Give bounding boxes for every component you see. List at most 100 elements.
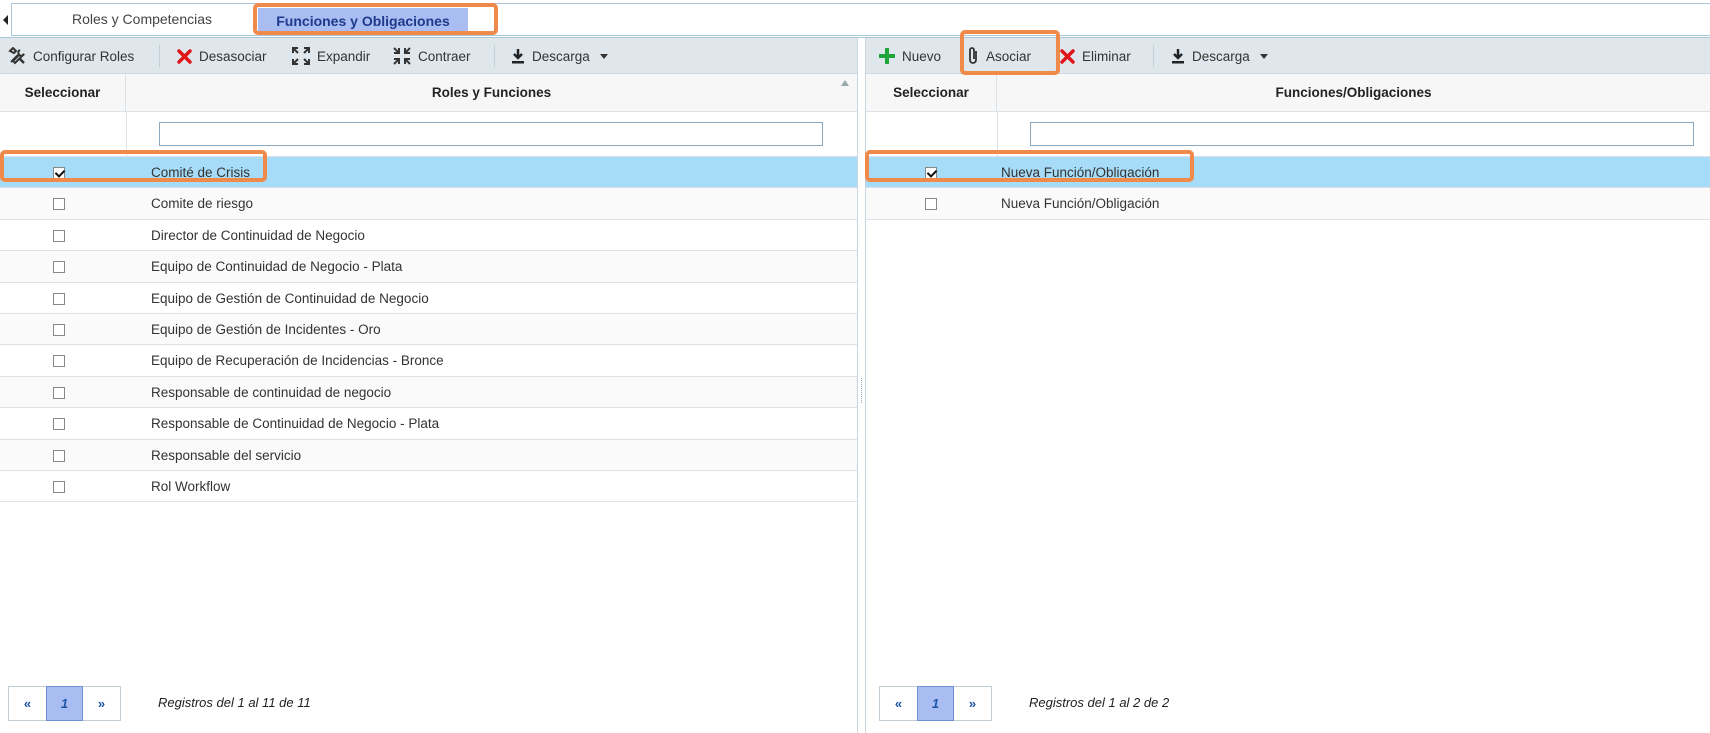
row-checkbox[interactable] bbox=[925, 198, 937, 211]
sort-indicator-icon bbox=[841, 80, 849, 86]
row-label: Responsable de Continuidad de Negocio - … bbox=[151, 416, 440, 432]
desasociar-button[interactable]: Desasociar bbox=[176, 38, 267, 74]
pager-page-1-button[interactable]: 1 bbox=[46, 686, 83, 721]
roles-records-info: Registros del 1 al 11 de 11 bbox=[158, 695, 311, 710]
column-header-funciones-obligaciones[interactable]: Funciones/Obligaciones bbox=[997, 74, 1710, 112]
roles-toolbar: Configurar Roles Desasociar Expandir Con… bbox=[0, 38, 857, 74]
row-checkbox[interactable] bbox=[53, 292, 65, 305]
descarga-label: Descarga bbox=[1192, 48, 1250, 64]
column-header-roles-y-funciones[interactable]: Roles y Funciones bbox=[126, 74, 857, 112]
row-label: Rol Workflow bbox=[151, 478, 231, 494]
funciones-records-info: Registros del 1 al 2 de 2 bbox=[1029, 695, 1170, 710]
configurar-roles-button[interactable]: Configurar Roles bbox=[8, 38, 134, 74]
row-checkbox[interactable] bbox=[53, 355, 65, 368]
descarga-label: Descarga bbox=[532, 48, 590, 64]
row-checkbox[interactable] bbox=[53, 323, 65, 336]
table-row[interactable]: Equipo de Continuidad de Negocio - Plata bbox=[0, 251, 857, 283]
configurar-roles-label: Configurar Roles bbox=[33, 48, 135, 64]
table-row[interactable]: Responsable de continuidad de negocio bbox=[0, 376, 857, 409]
row-label: Comité de Crisis bbox=[151, 165, 251, 180]
table-row[interactable]: Comite de riesgo bbox=[0, 188, 857, 220]
collapse-icon bbox=[392, 46, 412, 66]
descarga-dropdown[interactable]: Descarga bbox=[1170, 38, 1268, 74]
row-label: Responsable del servicio bbox=[151, 447, 302, 463]
pager-first-button[interactable]: « bbox=[880, 687, 917, 720]
eliminar-label: Eliminar bbox=[1082, 48, 1131, 64]
row-checkbox[interactable] bbox=[53, 198, 65, 211]
row-label: Equipo de Gestión de Incidentes - Oro bbox=[151, 321, 381, 337]
tab-strip: Roles y Competencias Funciones y Obligac… bbox=[11, 3, 1710, 36]
row-label: Equipo de Continuidad de Negocio - Plata bbox=[151, 259, 403, 275]
column-header-seleccionar[interactable]: Seleccionar bbox=[0, 74, 126, 112]
eliminar-button[interactable]: Eliminar bbox=[1059, 38, 1131, 74]
expand-icon bbox=[291, 46, 311, 66]
expandir-button[interactable]: Expandir bbox=[291, 38, 370, 74]
row-checkbox[interactable] bbox=[53, 386, 65, 399]
roles-filter-row bbox=[0, 112, 857, 157]
roles-rows: Comité de Crisis Comite de riesgo Director… bbox=[0, 157, 857, 503]
table-row[interactable]: Director de Continuidad de Negocio bbox=[0, 219, 857, 252]
row-label: Nueva Función/Obligación bbox=[1001, 196, 1160, 212]
roles-pager: « 1 » bbox=[8, 686, 121, 721]
row-checkbox[interactable] bbox=[53, 480, 65, 493]
pager-last-button[interactable]: » bbox=[83, 687, 120, 720]
funciones-filter-input[interactable] bbox=[1030, 122, 1694, 146]
download-icon bbox=[510, 48, 526, 65]
table-row[interactable]: Nueva Función/Obligación bbox=[866, 188, 1710, 220]
row-checkbox[interactable] bbox=[53, 167, 65, 179]
descarga-dropdown[interactable]: Descarga bbox=[510, 38, 608, 74]
row-label: Nueva Función/Obligación bbox=[1001, 165, 1160, 180]
chevron-down-icon bbox=[599, 53, 608, 59]
tab-roles-y-competencias[interactable]: Roles y Competencias bbox=[52, 4, 232, 35]
table-row[interactable]: Rol Workflow bbox=[0, 470, 857, 503]
row-label: Comite de riesgo bbox=[151, 196, 254, 212]
tools-icon bbox=[8, 47, 27, 65]
tab-funciones-y-obligaciones[interactable]: Funciones y Obligaciones bbox=[258, 8, 468, 34]
paperclip-icon bbox=[966, 46, 980, 66]
panel-splitter[interactable] bbox=[857, 38, 866, 733]
row-checkbox[interactable] bbox=[53, 418, 65, 431]
pager-page-1-button[interactable]: 1 bbox=[917, 686, 954, 721]
pager-last-button[interactable]: » bbox=[954, 687, 991, 720]
funciones-rows: Nueva Función/Obligación Nueva Función/Ob… bbox=[866, 157, 1710, 220]
chevron-down-icon bbox=[1259, 53, 1268, 59]
contraer-label: Contraer bbox=[418, 48, 471, 64]
nuevo-label: Nuevo bbox=[902, 48, 942, 64]
funciones-pager: « 1 » bbox=[879, 686, 992, 721]
funciones-panel: Nuevo Asociar Eliminar Descarga Seleccio… bbox=[866, 38, 1710, 733]
row-checkbox[interactable] bbox=[53, 449, 65, 462]
row-checkbox[interactable] bbox=[925, 167, 937, 179]
download-icon bbox=[1170, 48, 1186, 65]
table-row[interactable]: Equipo de Gestión de Continuidad de Nego… bbox=[0, 282, 857, 314]
plus-icon bbox=[878, 47, 896, 65]
column-header-seleccionar[interactable]: Seleccionar bbox=[866, 74, 997, 112]
contraer-button[interactable]: Contraer bbox=[392, 38, 471, 74]
roles-filter-input[interactable] bbox=[159, 122, 823, 146]
scroll-left-arrow-icon[interactable] bbox=[0, 10, 10, 30]
asociar-button[interactable]: Asociar bbox=[966, 38, 1031, 74]
row-checkbox[interactable] bbox=[53, 261, 65, 274]
funciones-toolbar: Nuevo Asociar Eliminar Descarga bbox=[866, 38, 1710, 74]
tab-bar: Roles y Competencias Funciones y Obligac… bbox=[0, 0, 1710, 38]
red-x-icon bbox=[1059, 48, 1076, 65]
table-row[interactable]: Nueva Función/Obligación bbox=[866, 157, 1710, 189]
table-row[interactable]: Responsable del servicio bbox=[0, 439, 857, 471]
table-row[interactable]: Equipo de Gestión de Incidentes - Oro bbox=[0, 313, 857, 346]
row-label: Equipo de Recuperación de Incidencias - … bbox=[151, 353, 444, 369]
pager-first-button[interactable]: « bbox=[9, 687, 46, 720]
row-label: Responsable de continuidad de negocio bbox=[151, 384, 392, 400]
nuevo-button[interactable]: Nuevo bbox=[878, 38, 941, 74]
table-row[interactable]: Comité de Crisis bbox=[0, 157, 857, 189]
asociar-label: Asociar bbox=[986, 48, 1032, 64]
row-checkbox[interactable] bbox=[53, 229, 65, 242]
table-row[interactable]: Responsable de Continuidad de Negocio - … bbox=[0, 408, 857, 440]
roles-grid-header: Seleccionar Roles y Funciones bbox=[0, 74, 857, 112]
expandir-label: Expandir bbox=[317, 48, 371, 64]
roles-panel: Configurar Roles Desasociar Expandir Con… bbox=[0, 38, 857, 733]
row-label: Director de Continuidad de Negocio bbox=[151, 227, 365, 243]
desasociar-label: Desasociar bbox=[199, 48, 267, 64]
funciones-grid-header: Seleccionar Funciones/Obligaciones bbox=[866, 74, 1710, 112]
table-row[interactable]: Equipo de Recuperación de Incidencias - … bbox=[0, 345, 857, 377]
row-label: Equipo de Gestión de Continuidad de Nego… bbox=[151, 290, 429, 306]
funciones-filter-row bbox=[866, 112, 1710, 157]
